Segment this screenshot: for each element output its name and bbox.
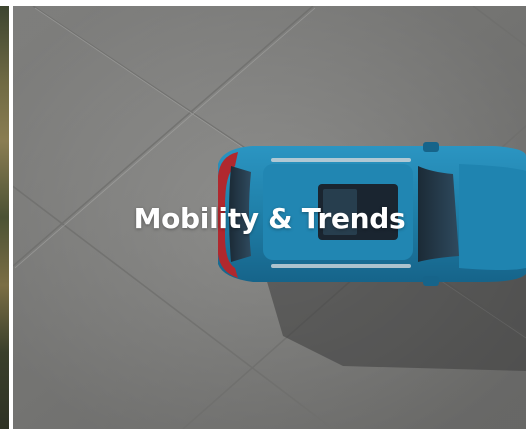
aerial-car-image [13, 6, 526, 429]
previous-tile-image[interactable] [0, 6, 9, 429]
mobility-trends-tile[interactable]: Mobility & Trends [13, 6, 526, 429]
carousel: Mobility & Trends [0, 0, 526, 429]
